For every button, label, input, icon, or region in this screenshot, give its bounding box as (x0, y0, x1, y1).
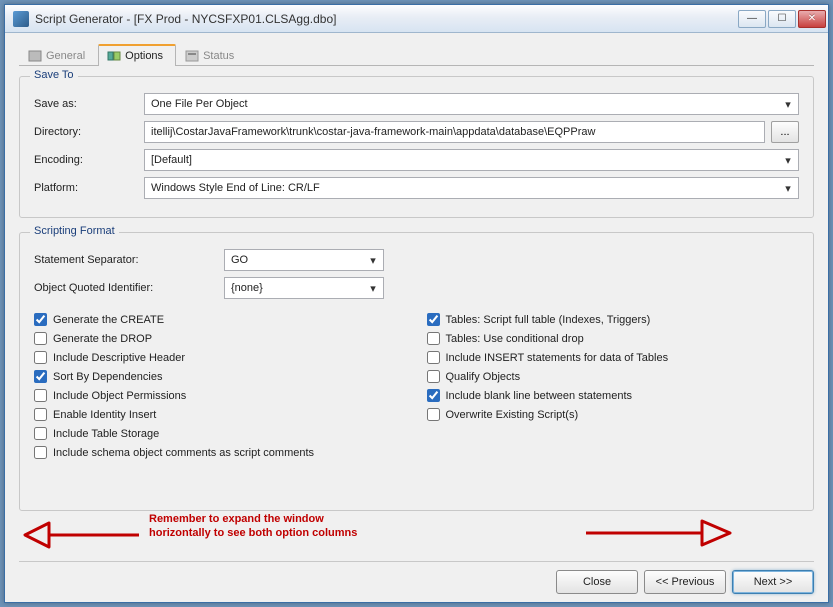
close-window-button[interactable]: ✕ (798, 10, 826, 28)
separator-value[interactable] (224, 249, 384, 271)
maximize-button[interactable]: ☐ (768, 10, 796, 28)
quoted-combo[interactable]: ▾ (224, 277, 384, 299)
browse-button[interactable]: ... (771, 121, 799, 143)
checkbox-columns: Generate the CREATE Generate the DROP In… (34, 307, 799, 465)
content-area: General Options Status Save To Save as: … (5, 33, 828, 602)
directory-input[interactable] (144, 121, 765, 143)
chk-object-permissions[interactable]: Include Object Permissions (34, 389, 407, 402)
chk-overwrite[interactable]: Overwrite Existing Script(s) (427, 408, 800, 421)
chk-blank-line[interactable]: Include blank line between statements (427, 389, 800, 402)
group-legend: Scripting Format (30, 225, 119, 237)
window-title: Script Generator - [FX Prod - NYCSFXP01.… (35, 12, 738, 26)
chk-conditional-drop[interactable]: Tables: Use conditional drop (427, 332, 800, 345)
checkbox-col-right: Tables: Script full table (Indexes, Trig… (427, 307, 800, 465)
chk-schema-comments[interactable]: Include schema object comments as script… (34, 446, 407, 459)
chevron-down-icon[interactable]: ▾ (365, 280, 381, 296)
tab-label: Status (203, 50, 234, 62)
chk-qualify-objects[interactable]: Qualify Objects (427, 370, 800, 383)
group-legend: Save To (30, 69, 78, 81)
tab-general[interactable]: General (19, 45, 98, 66)
titlebar: Script Generator - [FX Prod - NYCSFXP01.… (5, 5, 828, 33)
chk-table-storage[interactable]: Include Table Storage (34, 427, 407, 440)
directory-label: Directory: (34, 126, 144, 138)
annotation-text: Remember to expand the window horizontal… (149, 513, 357, 541)
group-scripting-format: Scripting Format Statement Separator: ▾ … (19, 232, 814, 511)
save-as-combo[interactable]: ▾ (144, 93, 799, 115)
chk-full-table[interactable]: Tables: Script full table (Indexes, Trig… (427, 313, 800, 326)
platform-value[interactable] (144, 177, 799, 199)
next-button[interactable]: Next >> (732, 570, 814, 594)
chevron-down-icon[interactable]: ▾ (780, 96, 796, 112)
status-icon (185, 50, 199, 62)
arrow-left-icon (21, 517, 141, 556)
chk-descriptive-header[interactable]: Include Descriptive Header (34, 351, 407, 364)
tab-label: Options (125, 50, 163, 62)
save-as-value[interactable] (144, 93, 799, 115)
chk-identity-insert[interactable]: Enable Identity Insert (34, 408, 407, 421)
separator-label: Statement Separator: (34, 254, 224, 266)
checkbox-col-left: Generate the CREATE Generate the DROP In… (34, 307, 407, 465)
chk-insert-statements[interactable]: Include INSERT statements for data of Ta… (427, 351, 800, 364)
platform-combo[interactable]: ▾ (144, 177, 799, 199)
chevron-down-icon[interactable]: ▾ (780, 152, 796, 168)
window-controls: — ☐ ✕ (738, 10, 826, 28)
minimize-button[interactable]: — (738, 10, 766, 28)
encoding-combo[interactable]: ▾ (144, 149, 799, 171)
separator-combo[interactable]: ▾ (224, 249, 384, 271)
footer-buttons: Close << Previous Next >> (19, 561, 814, 594)
options-icon (107, 50, 121, 62)
app-window: Script Generator - [FX Prod - NYCSFXP01.… (4, 4, 829, 603)
quoted-label: Object Quoted Identifier: (34, 282, 224, 294)
quoted-value[interactable] (224, 277, 384, 299)
app-icon (13, 11, 29, 27)
encoding-value[interactable] (144, 149, 799, 171)
tab-label: General (46, 50, 85, 62)
tab-status[interactable]: Status (176, 45, 247, 66)
previous-button[interactable]: << Previous (644, 570, 726, 594)
chevron-down-icon[interactable]: ▾ (365, 252, 381, 268)
chk-sort-dependencies[interactable]: Sort By Dependencies (34, 370, 407, 383)
tabstrip: General Options Status (19, 43, 814, 66)
tab-options[interactable]: Options (98, 44, 176, 66)
chk-generate-drop[interactable]: Generate the DROP (34, 332, 407, 345)
arrow-right-icon (584, 515, 734, 554)
group-save-to: Save To Save as: ▾ Directory: ... Encodi… (19, 76, 814, 218)
chk-generate-create[interactable]: Generate the CREATE (34, 313, 407, 326)
save-as-label: Save as: (34, 98, 144, 110)
encoding-label: Encoding: (34, 154, 144, 166)
chevron-down-icon[interactable]: ▾ (780, 180, 796, 196)
annotation-overlay: Remember to expand the window horizontal… (19, 513, 814, 555)
platform-label: Platform: (34, 182, 144, 194)
close-button[interactable]: Close (556, 570, 638, 594)
general-icon (28, 50, 42, 62)
